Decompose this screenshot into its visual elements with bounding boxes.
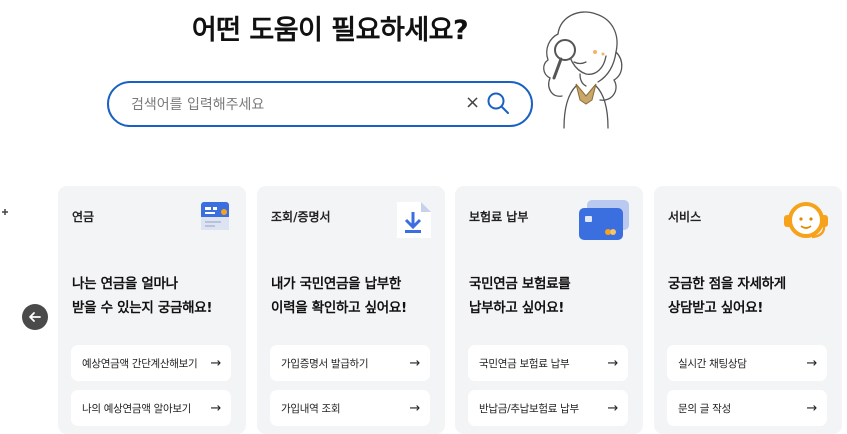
arrow-left-icon [29,312,41,322]
arrow-right-icon: → [607,355,618,371]
arrow-right-icon: → [806,355,817,371]
link-issue-certificate[interactable]: 가입증명서 발급하기 → [270,345,430,381]
card-category: 조회/증명서 [271,210,331,224]
link-live-chat[interactable]: 실시간 채팅상담 → [667,345,827,381]
card-headline-line: 받을 수 있는지 궁금해요! [72,300,213,316]
card-category: 연금 [72,210,95,224]
arrow-right-icon: → [210,355,221,371]
arrow-right-icon: → [607,400,618,416]
pension-calculator-icon [198,198,234,238]
credit-card-icon [577,198,631,246]
partial-element-edge [2,209,8,215]
card-headline-line: 국민연금 보험료를 [469,276,571,292]
carousel-prev-button[interactable] [22,304,48,330]
headset-icon [782,198,830,246]
clear-icon[interactable]: × [465,92,480,114]
card-headline: 내가 국민연금을 납부한 이력을 확인하고 싶어요! [271,272,446,320]
link-label: 예상연금액 간단계산해보기 [82,357,198,370]
link-label: 가입증명서 발급하기 [281,357,369,370]
link-write-inquiry[interactable]: 문의 글 작성 → [667,390,827,426]
arrow-right-icon: → [409,400,420,416]
card-headline-line: 이력을 확인하고 싶어요! [271,300,407,316]
link-estimate-pension-simple[interactable]: 예상연금액 간단계산해보기 → [71,345,231,381]
link-subscription-history[interactable]: 가입내역 조회 → [270,390,430,426]
link-pay-return-premium[interactable]: 반납금/추납보험료 납부 → [468,390,628,426]
arrow-right-icon: → [806,400,817,416]
link-label: 반납금/추납보험료 납부 [479,402,579,415]
card-headline-line: 납부하고 싶어요! [469,300,565,316]
search-icon[interactable] [486,91,510,119]
card-category: 보험료 납부 [469,210,529,224]
girl-magnifier-illustration [528,4,638,134]
card-headline-line: 내가 국민연금을 납부한 [271,276,401,292]
document-download-icon [393,198,433,244]
card-headline-line: 나는 연금을 얼마나 [72,276,178,292]
link-label: 문의 글 작성 [678,402,731,415]
card-headline-line: 궁금한 점을 자세하게 [668,276,786,292]
card-category: 서비스 [668,210,702,224]
card-headline: 국민연금 보험료를 납부하고 싶어요! [469,272,644,320]
card-headline: 궁금한 점을 자세하게 상담받고 싶어요! [668,272,843,320]
arrow-right-icon: → [409,355,420,371]
link-label: 국민연금 보험료 납부 [479,357,570,370]
link-my-estimated-pension[interactable]: 나의 예상연금액 알아보기 → [71,390,231,426]
card-headline-line: 상담받고 싶어요! [668,300,764,316]
card-certificate: 조회/증명서 내가 국민연금을 납부한 이력을 확인하고 싶어요! 가입증명서 … [257,186,445,434]
arrow-right-icon: → [210,400,221,416]
card-premium-payment: 보험료 납부 국민연금 보험료를 납부하고 싶어요! 국민연금 보험료 납부 →… [455,186,643,434]
card-service: 서비스 궁금한 점을 자세하게 상담받고 싶어요! 실시간 채팅상담 → 문의 … [654,186,842,434]
card-headline: 나는 연금을 얼마나 받을 수 있는지 궁금해요! [72,272,247,320]
card-pension: 연금 나는 연금을 얼마나 받을 수 있는지 궁금해요! 예상연금액 간단계산해… [58,186,246,434]
search-box: × [107,81,533,127]
link-label: 나의 예상연금액 알아보기 [82,402,192,415]
link-pay-premium[interactable]: 국민연금 보험료 납부 → [468,345,628,381]
link-label: 가입내역 조회 [281,402,341,415]
link-label: 실시간 채팅상담 [678,357,747,370]
search-input[interactable] [129,83,453,126]
